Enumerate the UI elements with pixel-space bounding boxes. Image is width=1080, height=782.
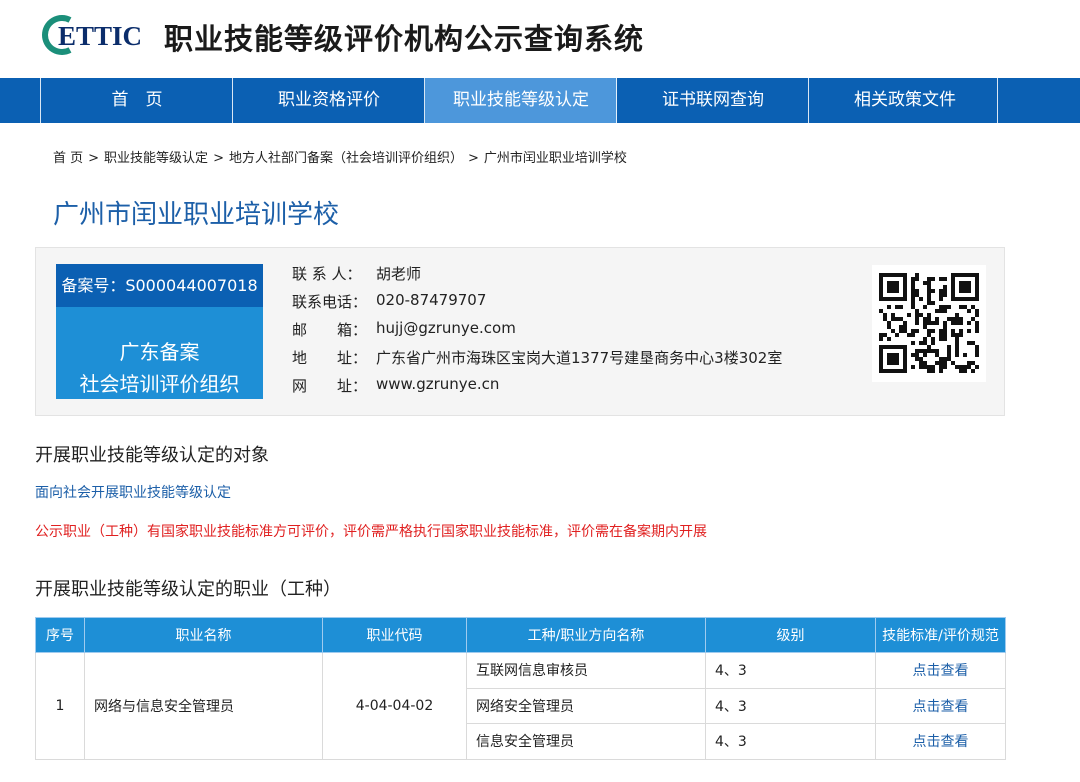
contact-label: 联 系 人：	[292, 265, 362, 283]
nav-item-certificate-query[interactable]: 证书联网查询	[617, 78, 809, 123]
contact-address: 广东省广州市海珠区宝岗大道1377号建垦商务中心3楼302室	[376, 349, 783, 367]
contact-label: 联系电话：	[292, 293, 368, 311]
breadcrumb: 首 页 > 职业技能等级认定 > 地方人社部门备案（社会培训评价组织） > 广州市闰业职业培…	[53, 147, 627, 166]
contact-row-person: 联 系 人： 胡老师	[292, 263, 782, 291]
nav-item-home[interactable]: 首 页	[41, 78, 233, 123]
section-heading-target: 开展职业技能等级认定的对象	[35, 445, 269, 466]
target-audience-link[interactable]: 面向社会开展职业技能等级认定	[35, 482, 231, 502]
breadcrumb-separator: >	[213, 151, 224, 166]
org-info-panel: 备案号：S000044007018 广东备案 社会培训评价组织 联 系 人： 胡…	[35, 247, 1005, 416]
logo-mark-icon: ETTIC	[42, 15, 142, 55]
qr-code-graphic	[879, 273, 979, 373]
nav-item-qualification[interactable]: 职业资格评价	[233, 78, 425, 123]
breadcrumb-skill-level[interactable]: 职业技能等级认定	[104, 151, 208, 166]
column-header-seq: 序号	[35, 617, 85, 653]
cell-sub-occupation: 网络安全管理员	[466, 687, 706, 724]
breadcrumb-local-registration[interactable]: 地方人社部门备案（社会培训评价组织）	[229, 151, 463, 166]
nav-item-policy-docs[interactable]: 相关政策文件	[809, 78, 1001, 123]
site-header: ETTIC 职业技能等级评价机构公示查询系统	[0, 0, 1080, 78]
evaluation-notice: 公示职业（工种）有国家职业技能标准方可评价，评价需严格执行国家职业技能标准，评价…	[35, 524, 707, 540]
contact-info: 联 系 人： 胡老师 联系电话： 020-87479707 邮 箱： hujj@…	[292, 263, 782, 403]
qr-code-icon	[872, 265, 986, 382]
main-nav: 首 页 职业资格评价 职业技能等级认定 证书联网查询 相关政策文件	[0, 78, 1080, 123]
contact-phone: 020-87479707	[376, 291, 487, 309]
cell-standard: 点击查看	[875, 687, 1006, 724]
cell-sub-occupation: 互联网信息审核员	[466, 652, 706, 689]
cell-level: 4、3	[705, 687, 876, 724]
view-standard-link[interactable]: 点击查看	[913, 663, 969, 679]
contact-row-website: 网 址： www.gzrunye.cn	[292, 375, 782, 403]
page-title: 广州市闰业职业培训学校	[53, 200, 340, 230]
registration-number: 备案号：S000044007018	[56, 264, 263, 307]
column-header-sub-occupation: 工种/职业方向名称	[466, 617, 706, 653]
column-header-level: 级别	[705, 617, 876, 653]
view-standard-link[interactable]: 点击查看	[913, 699, 969, 715]
contact-row-email: 邮 箱： hujj@gzrunye.com	[292, 319, 782, 347]
site-title: 职业技能等级评价机构公示查询系统	[164, 22, 645, 56]
contact-website: www.gzrunye.cn	[376, 375, 500, 393]
cell-seq: 1	[35, 652, 85, 760]
cell-standard: 点击查看	[875, 652, 1006, 689]
contact-label: 邮 箱：	[292, 321, 368, 339]
column-header-occupation: 职业名称	[84, 617, 323, 653]
nav-divider	[997, 78, 998, 123]
occupation-table: 序号 职业名称 职业代码 工种/职业方向名称 级别 技能标准/评价规范 1 网络…	[35, 617, 1006, 760]
cell-level: 4、3	[705, 652, 876, 689]
table-row: 1 网络与信息安全管理员 4-04-04-02 互联网信息审核员 4、3 点击查…	[35, 652, 1006, 760]
contact-row-address: 地 址： 广东省广州市海珠区宝岗大道1377号建垦商务中心3楼302室	[292, 347, 782, 375]
contact-row-phone: 联系电话： 020-87479707	[292, 291, 782, 319]
column-header-code: 职业代码	[322, 617, 467, 653]
registration-category: 社会培训评价组织	[79, 372, 240, 396]
view-standard-link[interactable]: 点击查看	[913, 734, 969, 750]
cell-occupation: 网络与信息安全管理员	[84, 652, 323, 760]
cell-level: 4、3	[705, 723, 876, 760]
column-header-standard: 技能标准/评价规范	[875, 617, 1006, 653]
logo-text: ETTIC	[58, 21, 142, 51]
registration-card: 备案号：S000044007018 广东备案 社会培训评价组织	[56, 264, 263, 399]
cell-sub-occupation: 信息安全管理员	[466, 723, 706, 760]
contact-label: 网 址：	[292, 377, 368, 395]
contact-email: hujj@gzrunye.com	[376, 319, 516, 337]
ettic-logo[interactable]: ETTIC	[42, 14, 154, 56]
breadcrumb-separator: >	[467, 151, 479, 166]
contact-label: 地 址：	[292, 349, 368, 367]
breadcrumb-home[interactable]: 首 页	[53, 151, 83, 166]
breadcrumb-separator: >	[88, 151, 100, 166]
cell-standard: 点击查看	[875, 723, 1006, 760]
contact-person: 胡老师	[376, 265, 422, 283]
registration-region: 广东备案	[119, 340, 200, 364]
breadcrumb-current: 广州市闰业职业培训学校	[483, 151, 627, 166]
table-header-row: 序号 职业名称 职业代码 工种/职业方向名称 级别 技能标准/评价规范	[35, 617, 1006, 653]
cell-code: 4-04-04-02	[322, 652, 467, 760]
section-heading-occupations: 开展职业技能等级认定的职业（工种）	[35, 579, 341, 600]
nav-item-skill-level[interactable]: 职业技能等级认定	[425, 78, 617, 123]
